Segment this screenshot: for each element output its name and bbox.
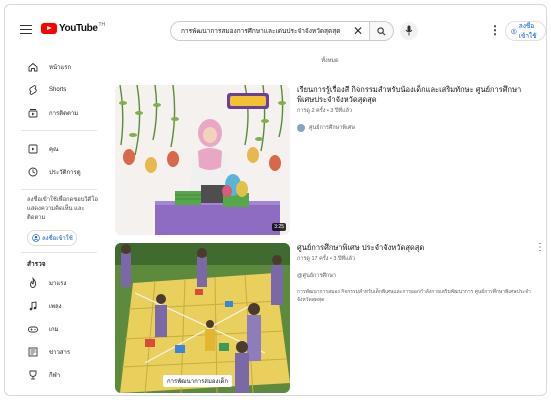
hamburger-menu-icon[interactable] <box>20 25 32 35</box>
video-menu-icon[interactable]: ⋮ <box>535 243 545 253</box>
video-duration-badge: 3:25 <box>272 223 286 231</box>
search-icon <box>377 27 386 36</box>
sign-in-prompt: ลงชื่อเข้าใช้เพื่อกดชอบวิดีโอ แสดงความคิ… <box>27 197 99 221</box>
sidebar-item-label: ประวัติการดู <box>49 169 81 176</box>
video-description-snippet: การพัฒนาการสมอง กิจกรรมสำหรับเด็กพิเศษแล… <box>297 289 531 303</box>
subscriptions-icon <box>28 109 38 118</box>
sidebar-item-label: เกม <box>49 326 59 333</box>
sidebar-sign-in-button[interactable]: ลงชื่อเข้าใช้ <box>27 230 77 246</box>
channel-name[interactable]: ศูนย์การศึกษาพิเศษ <box>309 124 355 132</box>
microphone-icon <box>405 25 413 36</box>
sidebar-item-news[interactable]: ข่าวสาร <box>5 340 105 363</box>
sign-in-button[interactable]: ลงชื่อเข้าใช้ <box>505 21 546 41</box>
video-thumbnail[interactable]: 3:25 <box>115 85 290 235</box>
video-result[interactable]: 3:25 เรียนการรู้เรื่องสี กิจกรรมสำหรับน้… <box>115 85 545 235</box>
masthead: YouTube TH ✕ ⋮ ลงชื่อเข้าใช้ <box>5 5 546 51</box>
sidebar-item-label: คุณ <box>49 146 59 153</box>
shorts-icon <box>29 85 37 95</box>
trending-icon <box>30 277 37 288</box>
sidebar-item-history[interactable]: ประวัติการดู <box>5 160 105 183</box>
video-title[interactable]: ศูนย์การศึกษาพิเศษ ประจำจังหวัดสุดสุด <box>297 243 537 253</box>
home-icon <box>28 62 38 72</box>
video-metadata: ศูนย์การศึกษาพิเศษ ประจำจังหวัดสุดสุด กา… <box>297 243 537 304</box>
sidebar-item-label: มาแรง <box>49 280 67 287</box>
logo-text: YouTube <box>59 23 98 34</box>
channel-avatar[interactable] <box>297 124 305 132</box>
sidebar-divider <box>21 189 97 190</box>
youtube-window: YouTube TH ✕ ⋮ ลงชื่อเข้าใช้ ทั้งหมด หน้… <box>4 4 547 396</box>
sidebar-item-home[interactable]: หน้าแรก <box>5 55 105 78</box>
video-title[interactable]: เรียนการรู้เรื่องสี กิจกรรมสำหรับน้องเด็… <box>297 85 537 105</box>
sidebar-item-gaming[interactable]: เกม <box>5 317 105 340</box>
sidebar-item-label: หน้าแรก <box>49 64 72 71</box>
video-view-count: การดู 2 ครั้ง • 3 ปีที่แล้ว <box>297 108 353 114</box>
video-view-count: การดู 17 ครั้ง • 3 ปีที่แล้ว <box>297 256 356 262</box>
sidebar-divider <box>21 130 97 131</box>
explore-heading: สำรวจ <box>27 261 46 268</box>
settings-more-icon[interactable]: ⋮ <box>489 24 501 36</box>
history-icon <box>28 167 38 177</box>
news-icon <box>28 347 38 357</box>
sidebar-item-you[interactable]: คุณ <box>5 137 105 160</box>
search-input[interactable] <box>181 27 341 35</box>
video-metadata: เรียนการรู้เรื่องสี กิจกรรมสำหรับน้องเด็… <box>297 85 537 132</box>
sidebar-item-music[interactable]: เพลง <box>5 294 105 317</box>
search-box: ✕ <box>170 21 370 41</box>
youtube-play-icon <box>41 23 57 34</box>
sidebar: หน้าแรก Shorts การติดตาม คุณ ประวัติการด… <box>5 55 105 395</box>
thumbnail-activity-image <box>115 243 290 393</box>
filter-chip-all[interactable]: ทั้งหมด <box>321 58 338 64</box>
youtube-logo[interactable]: YouTube TH <box>41 21 106 34</box>
search-button[interactable] <box>370 21 394 41</box>
sidebar-divider <box>21 252 97 253</box>
sign-in-label: ลงชื่อเข้าใช้ <box>42 236 73 242</box>
sidebar-item-subscriptions[interactable]: การติดตาม <box>5 101 105 124</box>
channel-name[interactable]: @ศูนย์การศึกษา <box>297 272 537 280</box>
gaming-icon <box>28 326 38 333</box>
logo-country-code: TH <box>98 21 106 28</box>
voice-search-button[interactable] <box>400 22 418 40</box>
music-icon <box>29 301 37 311</box>
library-icon <box>28 144 38 154</box>
sidebar-item-shorts[interactable]: Shorts <box>5 78 105 101</box>
video-result[interactable]: การพัฒนาการสมองเด็ก ศูนย์การศึกษาพิเศษ ป… <box>115 243 545 393</box>
sidebar-item-label: เพลง <box>49 303 62 310</box>
sidebar-item-trending[interactable]: มาแรง <box>5 271 105 294</box>
account-icon <box>32 234 40 242</box>
account-icon <box>511 28 517 34</box>
sidebar-item-label: ข่าวสาร <box>49 349 71 356</box>
video-thumbnail[interactable]: การพัฒนาการสมองเด็ก <box>115 243 290 393</box>
sidebar-item-sports[interactable]: กีฬา <box>5 363 105 386</box>
sign-in-label: ลงชื่อเข้าใช้ <box>518 23 537 40</box>
channel-row[interactable]: ศูนย์การศึกษาพิเศษ <box>297 124 537 132</box>
sidebar-item-label: Shorts <box>49 86 67 93</box>
clear-search-icon[interactable]: ✕ <box>353 25 363 37</box>
sidebar-item-label: กีฬา <box>49 372 61 379</box>
thumbnail-caption: การพัฒนาการสมองเด็ก <box>163 375 233 387</box>
sidebar-item-label: การติดตาม <box>49 110 79 117</box>
filter-chip-row: ทั้งหมด <box>115 55 545 67</box>
thumbnail-classroom-image <box>115 85 290 235</box>
sports-icon <box>29 370 37 380</box>
